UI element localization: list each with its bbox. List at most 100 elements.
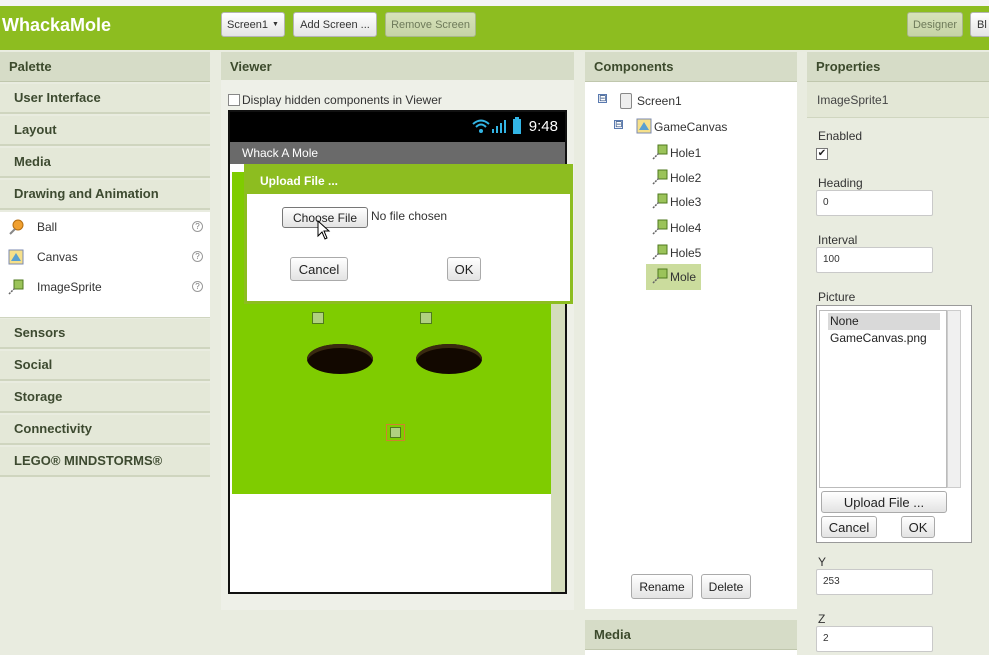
phone-app-title: Whack A Mole: [230, 142, 565, 164]
screen-icon: [620, 93, 632, 109]
component-hole4[interactable]: Hole4: [652, 217, 701, 239]
palette-category-lego-mindstorms[interactable]: LEGO® MINDSTORMS®: [0, 447, 210, 477]
screen-select-label: Screen1: [227, 18, 269, 31]
image-sprite-icon: [652, 219, 668, 238]
viewer-header: Viewer: [221, 52, 574, 82]
picture-cancel-button[interactable]: Cancel: [821, 516, 877, 538]
palette-item-imagesprite[interactable]: ImageSprite ?: [0, 272, 210, 302]
media-panel: [585, 650, 797, 655]
picture-list[interactable]: None GameCanvas.png: [819, 310, 947, 488]
z-input[interactable]: 2: [816, 626, 933, 652]
heading-input[interactable]: 0: [816, 190, 933, 216]
cursor-icon: [317, 219, 331, 243]
top-toolbar: WhackaMole Screen1 ▼ Add Screen ... Remo…: [0, 0, 989, 50]
component-label: Hole4: [670, 221, 702, 235]
enabled-label: Enabled: [818, 129, 863, 143]
chevron-down-icon: ▼: [272, 21, 279, 28]
help-icon[interactable]: ?: [192, 281, 203, 292]
image-sprite-icon: [652, 244, 668, 263]
collapse-icon[interactable]: ⊟: [614, 120, 623, 129]
upload-file-dialog: Upload File ... Choose File No file chos…: [244, 164, 573, 304]
y-input[interactable]: 253: [816, 569, 933, 595]
palette-item-ball[interactable]: Ball ?: [0, 212, 210, 242]
picture-ok-button[interactable]: OK: [901, 516, 935, 538]
blocks-button[interactable]: Bl: [970, 12, 989, 37]
picture-option-none-selected[interactable]: None: [828, 313, 940, 330]
display-hidden-checkbox-row[interactable]: Display hidden components in Viewer: [228, 93, 442, 107]
hole-shape: [416, 344, 482, 374]
image-sprite-icon: [8, 279, 24, 295]
component-label: Screen1: [637, 94, 682, 108]
interval-label: Interval: [818, 233, 858, 247]
mole-sprite-icon[interactable]: [386, 424, 405, 441]
component-screen1[interactable]: Screen1: [620, 90, 682, 112]
interval-input[interactable]: 100: [816, 247, 933, 273]
canvas-icon: [8, 249, 24, 265]
heading-label: Heading: [818, 176, 863, 190]
properties-header: Properties: [807, 52, 989, 82]
palette-item-canvas[interactable]: Canvas ?: [0, 242, 210, 272]
media-header: Media: [585, 620, 797, 650]
upload-cancel-button[interactable]: Cancel: [290, 257, 348, 281]
hole-shape: [307, 344, 373, 374]
remove-screen-button[interactable]: Remove Screen: [385, 12, 476, 37]
picture-list-scrollbar[interactable]: [947, 310, 961, 488]
help-icon[interactable]: ?: [192, 221, 203, 232]
palette-category-storage[interactable]: Storage: [0, 383, 210, 413]
component-label: GameCanvas: [654, 120, 728, 134]
image-sprite-icon: [652, 144, 668, 163]
palette-items-bottom-rule: [0, 302, 210, 318]
z-label: Z: [818, 612, 826, 626]
palette-category-drawing-and-animation[interactable]: Drawing and Animation: [0, 180, 210, 210]
component-hole1[interactable]: Hole1: [652, 142, 701, 164]
battery-icon: [512, 117, 522, 138]
top-rule: [0, 0, 989, 6]
help-icon[interactable]: ?: [192, 251, 203, 262]
properties-component-name: ImageSprite1: [807, 82, 989, 118]
phone-clock: 9:48: [528, 118, 558, 135]
component-hole5[interactable]: Hole5: [652, 242, 701, 264]
wifi-icon: [471, 118, 491, 137]
upload-ok-button[interactable]: OK: [447, 257, 481, 281]
palette-category-media[interactable]: Media: [0, 148, 210, 178]
picture-option-gamecanvas[interactable]: GameCanvas.png: [828, 330, 940, 347]
palette-item-label: ImageSprite: [37, 280, 102, 294]
component-hole2[interactable]: Hole2: [652, 167, 701, 189]
components-header: Components: [585, 52, 797, 82]
component-label: Hole1: [670, 146, 702, 160]
rename-button[interactable]: Rename: [631, 574, 693, 599]
image-sprite-icon: [652, 193, 668, 212]
palette-category-connectivity[interactable]: Connectivity: [0, 415, 210, 445]
hole-sprite-icon[interactable]: [312, 312, 324, 324]
app-title: WhackaMole: [2, 15, 112, 35]
ball-icon: [8, 219, 24, 235]
component-label: Mole: [670, 270, 697, 284]
hole-sprite-icon[interactable]: [420, 312, 432, 324]
screen-select-dropdown[interactable]: Screen1 ▼: [221, 12, 285, 37]
component-gamecanvas[interactable]: GameCanvas: [636, 116, 727, 138]
display-hidden-label: Display hidden components in Viewer: [242, 93, 442, 107]
palette-category-social[interactable]: Social: [0, 351, 210, 381]
enabled-checkbox[interactable]: ✔: [816, 148, 828, 160]
delete-button[interactable]: Delete: [701, 574, 751, 599]
designer-button[interactable]: Designer: [907, 12, 963, 37]
canvas-icon: [636, 118, 652, 137]
component-label: Hole5: [670, 246, 702, 260]
palette-category-layout[interactable]: Layout: [0, 116, 210, 146]
palette-item-label: Ball: [37, 220, 58, 234]
component-label: Hole2: [670, 171, 702, 185]
palette-item-label: Canvas: [37, 250, 78, 264]
palette-header: Palette: [0, 52, 210, 82]
upload-dialog-title: Upload File ...: [247, 167, 570, 194]
picture-label: Picture: [818, 290, 856, 304]
picture-upload-file-button[interactable]: Upload File ...: [821, 491, 947, 513]
component-mole-selected[interactable]: Mole: [646, 264, 701, 290]
palette-category-sensors[interactable]: Sensors: [0, 319, 210, 349]
component-hole3[interactable]: Hole3: [652, 191, 701, 213]
phone-status-bar: 9:48: [230, 112, 565, 142]
palette-category-user-interface[interactable]: User Interface: [0, 84, 210, 114]
signal-icon: [492, 118, 506, 137]
display-hidden-checkbox[interactable]: [228, 94, 240, 106]
add-screen-button[interactable]: Add Screen ...: [293, 12, 377, 37]
collapse-icon[interactable]: ⊟: [598, 94, 607, 103]
